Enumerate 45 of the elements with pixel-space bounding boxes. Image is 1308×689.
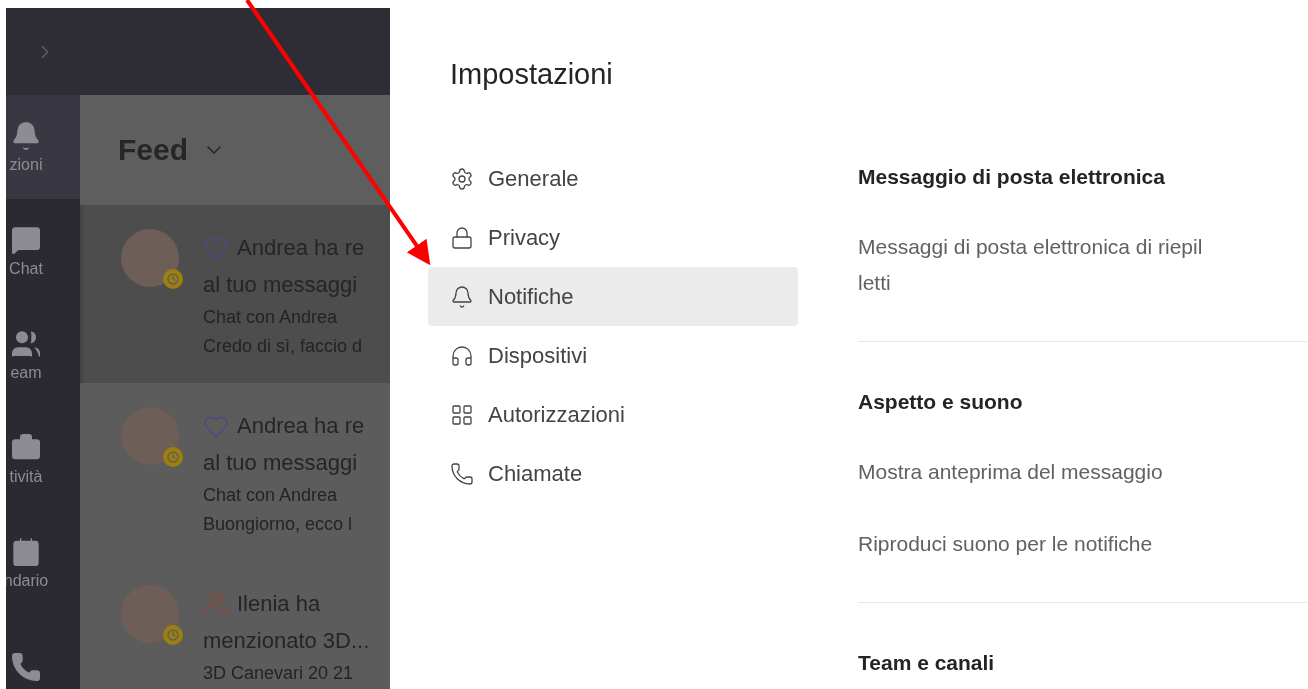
nav-label: Chiamate <box>488 460 583 487</box>
feed-item-title: al tuo messaggi <box>203 449 359 477</box>
nav-label: Notifiche <box>488 283 574 310</box>
nav-label: Autorizzazioni <box>488 401 625 428</box>
setting-label: Messaggi di posta elettronica di riepil letti <box>858 234 1204 296</box>
team-icon <box>10 328 42 360</box>
feed-title: Feed <box>118 133 189 167</box>
settings-nav-item[interactable]: Chiamate <box>428 444 798 503</box>
people-icon <box>203 590 229 617</box>
setting-label: Mostra anteprima del messaggio <box>858 459 1164 485</box>
setting-label: Riproduci suono per le notifiche <box>858 531 1154 557</box>
settings-title: Impostazioni <box>450 58 614 91</box>
rail-item[interactable]: Chat <box>6 199 80 303</box>
rail-item[interactable]: eam <box>6 303 80 407</box>
rail-item[interactable]: zioni <box>6 95 80 199</box>
feed-item-context: Chat con Andrea <box>203 484 339 507</box>
section-title: Aspetto e suono <box>858 390 1024 414</box>
section-title: Team e canali <box>858 651 996 675</box>
nav-label: Generale <box>488 165 579 192</box>
rail-label: tività <box>9 468 43 486</box>
apps-icon <box>450 402 474 427</box>
lock-icon <box>450 225 474 250</box>
settings-nav-item[interactable]: Dispositivi <box>428 326 798 385</box>
feed-item-title: Andrea ha re <box>237 412 365 440</box>
bell-icon <box>10 120 42 152</box>
rail-item[interactable]: tività <box>6 407 80 511</box>
settings-nav-item[interactable]: Notifiche <box>428 267 798 326</box>
settings-nav-item[interactable]: Generale <box>428 149 798 208</box>
settings-nav-item[interactable]: Privacy <box>428 208 798 267</box>
feed-item-title: Ilenia ha <box>237 590 321 618</box>
settings-icon <box>450 166 474 191</box>
bell-icon <box>450 284 474 309</box>
nav-label: Dispositivi <box>488 342 588 369</box>
calendar-icon <box>10 536 42 568</box>
settings-nav-item[interactable]: Autorizzazioni <box>428 385 798 444</box>
section-title: Messaggio di posta elettronica <box>858 165 1166 189</box>
phone-icon <box>450 461 474 486</box>
rail-label: eam <box>10 364 42 382</box>
feed-item-context: 3D Canevari 20 21 <box>203 662 355 685</box>
rail-label: zioni <box>9 156 43 174</box>
chat-icon <box>10 224 42 256</box>
headset-icon <box>450 343 474 368</box>
phone-icon <box>10 651 42 683</box>
nav-label: Privacy <box>488 224 561 251</box>
rail-label: Chat <box>9 260 43 278</box>
